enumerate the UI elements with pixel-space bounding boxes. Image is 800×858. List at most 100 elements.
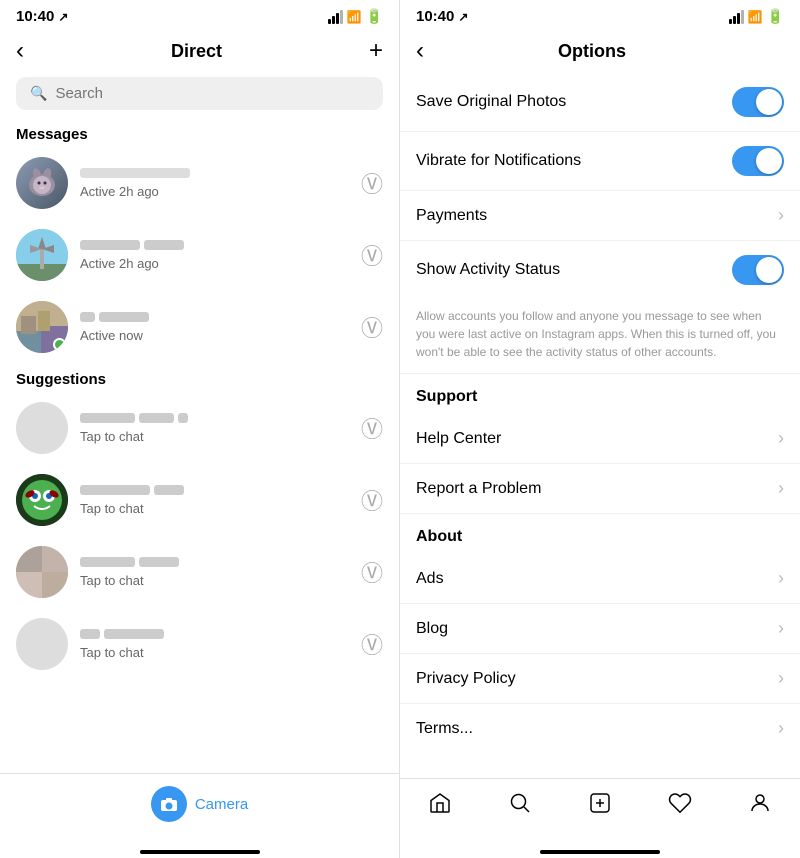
save-photos-toggle[interactable] <box>732 87 784 117</box>
activity-toggle[interactable] <box>732 255 784 285</box>
message-info: Tap to chat <box>80 629 361 660</box>
message-info: Active now <box>80 312 361 343</box>
toggle-knob <box>756 148 782 174</box>
search-input[interactable] <box>55 85 369 102</box>
toggle-knob <box>756 89 782 115</box>
right-home-bar <box>540 850 660 854</box>
suggestion-status: Tap to chat <box>80 645 361 660</box>
camera-icon[interactable]: Ⓥ <box>361 628 383 660</box>
privacy-policy-row[interactable]: Privacy Policy › <box>400 654 800 704</box>
chevron-right-icon: › <box>778 618 784 639</box>
activity-description: Allow accounts you follow and anyone you… <box>400 299 800 374</box>
left-status-icons: 📶 🔋 <box>328 8 383 25</box>
payments-row[interactable]: Payments › <box>400 191 800 241</box>
save-photos-label: Save Original Photos <box>416 93 566 111</box>
avatar-placeholder <box>16 402 68 454</box>
signal-icon <box>328 10 343 24</box>
camera-icon[interactable]: Ⓥ <box>361 167 383 199</box>
blog-row[interactable]: Blog › <box>400 604 800 654</box>
new-message-button[interactable]: + <box>369 37 383 65</box>
activity-status-row[interactable]: Show Activity Status <box>400 241 800 299</box>
back-button[interactable]: ‹ <box>16 37 24 65</box>
message-info: Active 2h ago <box>80 168 361 199</box>
profile-nav-icon[interactable] <box>748 791 772 822</box>
camera-icon[interactable]: Ⓥ <box>361 412 383 444</box>
search-bar[interactable]: 🔍 <box>16 77 383 110</box>
left-time: 10:40 <box>16 8 54 25</box>
name-blur <box>178 413 188 423</box>
suggestion-status: Tap to chat <box>80 573 361 588</box>
message-status: Active 2h ago <box>80 256 361 271</box>
name-blur <box>154 485 184 495</box>
avatar-image <box>22 163 62 203</box>
name-blur <box>80 485 150 495</box>
camera-icon[interactable]: Ⓥ <box>361 484 383 516</box>
right-home-indicator <box>400 834 800 858</box>
left-location-icon: ↗ <box>58 10 68 24</box>
add-nav-icon[interactable] <box>588 791 612 822</box>
left-status-bar: 10:40 ↗ 📶 🔋 <box>0 0 399 29</box>
vibrate-toggle[interactable] <box>732 146 784 176</box>
options-back-button[interactable]: ‹ <box>416 37 424 65</box>
avatar-image <box>16 474 68 526</box>
terms-row[interactable]: Terms... › <box>400 704 800 753</box>
search-icon: 🔍 <box>30 85 47 102</box>
name-blur-2 <box>99 312 149 322</box>
message-info: Active 2h ago <box>80 240 361 271</box>
suggestion-item[interactable]: Tap to chat Ⓥ <box>0 464 399 536</box>
options-nav: ‹ Options <box>400 29 800 73</box>
message-item[interactable]: Active 2h ago Ⓥ <box>0 219 399 291</box>
vibrate-notifications-row[interactable]: Vibrate for Notifications <box>400 132 800 191</box>
ads-label: Ads <box>416 570 444 588</box>
avatar <box>16 301 68 353</box>
camera-icon[interactable]: Ⓥ <box>361 311 383 343</box>
message-item[interactable]: Active now Ⓥ <box>0 291 399 363</box>
message-item[interactable]: Active 2h ago Ⓥ <box>0 147 399 219</box>
camera-label: Camera <box>195 796 248 813</box>
messages-label: Messages <box>0 118 399 147</box>
report-problem-row[interactable]: Report a Problem › <box>400 464 800 514</box>
message-status: Active 2h ago <box>80 184 361 199</box>
battery-icon: 🔋 <box>767 8 784 25</box>
chevron-right-icon: › <box>778 568 784 589</box>
direct-nav: ‹ Direct + <box>0 29 399 73</box>
message-info: Tap to chat <box>80 557 361 588</box>
avatar-placeholder <box>16 618 68 670</box>
camera-icon[interactable]: Ⓥ <box>361 556 383 588</box>
save-original-photos-row[interactable]: Save Original Photos <box>400 73 800 132</box>
active-now-status: Active now <box>80 328 361 343</box>
help-center-row[interactable]: Help Center › <box>400 414 800 464</box>
camera-bar: Camera <box>0 773 399 834</box>
name-blur <box>80 629 100 639</box>
suggestion-item[interactable]: Tap to chat Ⓥ <box>0 608 399 680</box>
direct-title: Direct <box>171 41 222 62</box>
name-blur-2 <box>144 240 184 250</box>
options-title: Options <box>558 41 626 62</box>
home-bar <box>140 850 260 854</box>
battery-icon: 🔋 <box>366 8 383 25</box>
message-name-blur <box>80 168 190 178</box>
camera-button[interactable] <box>151 786 187 822</box>
chevron-right-icon: › <box>778 205 784 226</box>
direct-panel: 10:40 ↗ 📶 🔋 ‹ Direct + 🔍 Messages <box>0 0 400 858</box>
avatar <box>16 546 68 598</box>
avatar <box>16 157 68 209</box>
name-blur <box>80 557 135 567</box>
name-blur <box>139 557 179 567</box>
payments-label: Payments <box>416 207 487 225</box>
home-indicator <box>0 834 399 858</box>
wifi-icon: 📶 <box>748 10 763 24</box>
suggestion-item[interactable]: Tap to chat Ⓥ <box>0 536 399 608</box>
ads-row[interactable]: Ads › <box>400 554 800 604</box>
privacy-policy-label: Privacy Policy <box>416 670 516 688</box>
help-center-label: Help Center <box>416 430 501 448</box>
name-blur-1 <box>80 240 140 250</box>
home-nav-icon[interactable] <box>428 791 452 822</box>
suggestion-item[interactable]: Tap to chat Ⓥ <box>0 392 399 464</box>
avatar <box>16 474 68 526</box>
camera-icon[interactable]: Ⓥ <box>361 239 383 271</box>
suggestions-label: Suggestions <box>0 363 399 392</box>
heart-nav-icon[interactable] <box>668 791 692 822</box>
right-status-icons: 📶 🔋 <box>729 8 784 25</box>
search-nav-icon[interactable] <box>508 791 532 822</box>
